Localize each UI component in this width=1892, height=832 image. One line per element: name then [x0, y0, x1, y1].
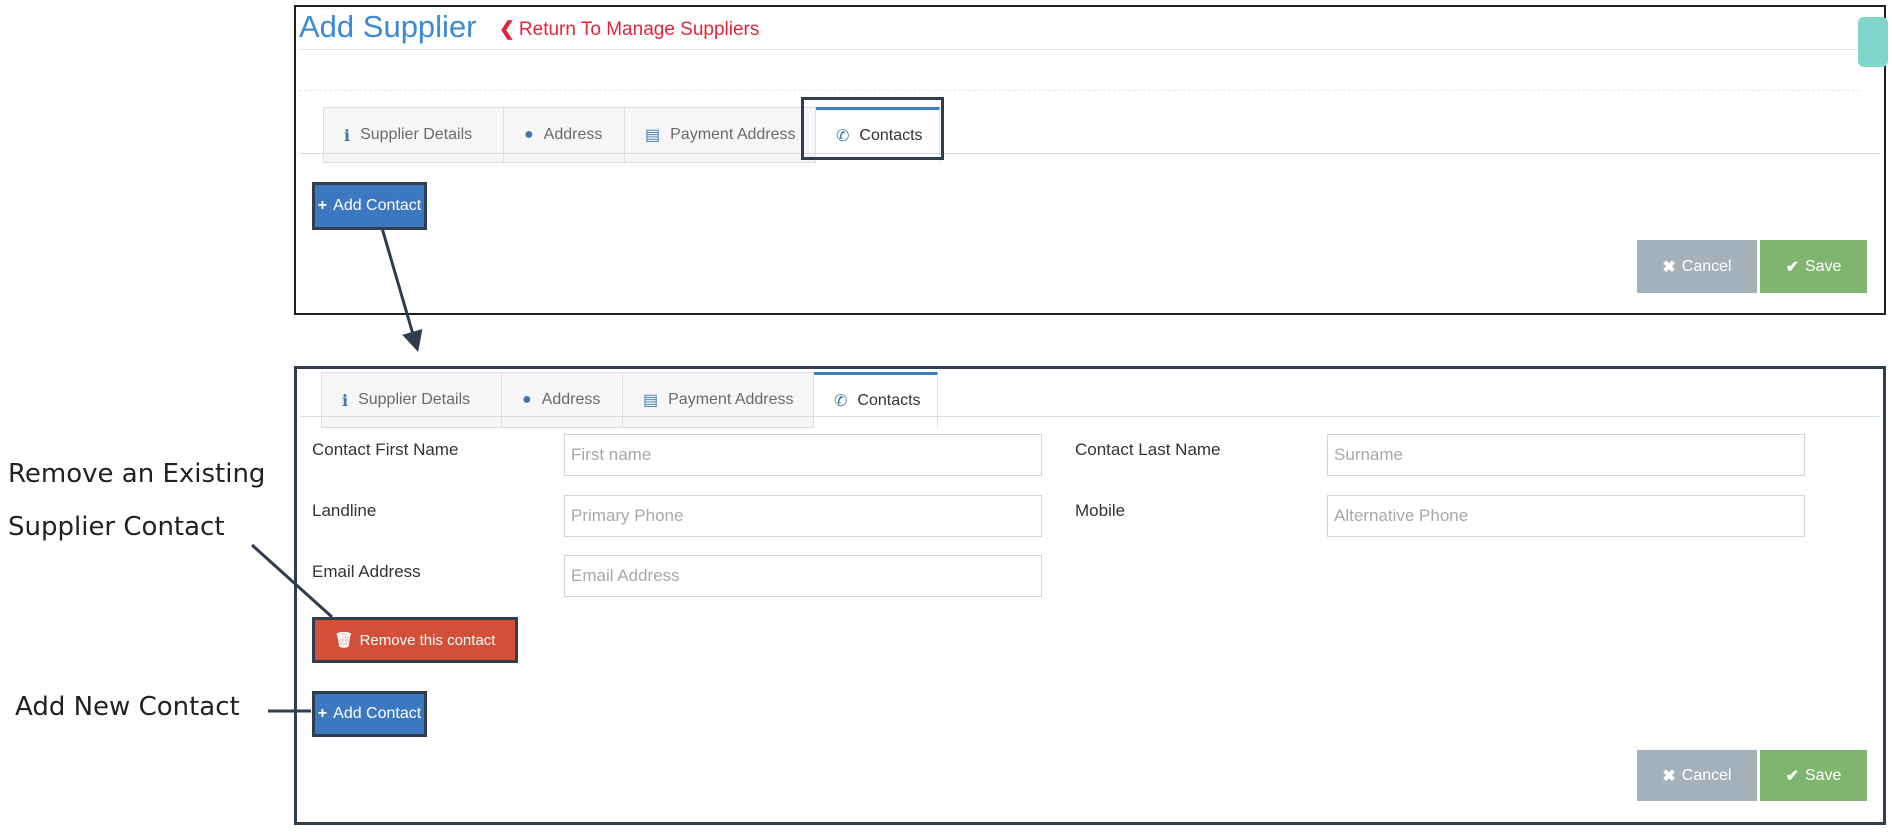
cancel-button[interactable]: ✖ Cancel [1637, 750, 1757, 801]
save-label: Save [1804, 257, 1842, 275]
annotation-remove-line1: Remove an Existing [8, 459, 266, 489]
tab-content-border [300, 416, 1880, 417]
chevron-left-icon: ❮ [499, 19, 515, 40]
trash-icon: 🗑 [334, 632, 354, 649]
remove-contact-button[interactable]: 🗑 Remove this contact [312, 617, 518, 663]
annotation-add-new-contact: Add New Contact [15, 692, 240, 722]
credit-card-icon: ▤ [643, 392, 659, 409]
credit-card-icon: ▤ [645, 127, 661, 144]
info-icon: i [344, 125, 351, 145]
plus-icon: + [317, 197, 328, 214]
check-icon: ✔ [1785, 258, 1799, 276]
tab-bar: i Supplier Details ● Address ▤ Payment A… [321, 372, 938, 428]
save-button[interactable]: ✔ Save [1760, 750, 1867, 801]
remove-contact-label: Remove this contact [359, 631, 496, 649]
annotation-remove-line2: Supplier Contact [8, 512, 225, 542]
return-to-manage-suppliers-link[interactable]: ❮ Return To Manage Suppliers [499, 18, 759, 41]
email-input[interactable] [564, 555, 1042, 597]
tab-label: Supplier Details [360, 126, 473, 143]
info-icon: i [342, 390, 349, 410]
tab-supplier-details[interactable]: i Supplier Details [321, 372, 502, 428]
contacts-tab-highlight [801, 97, 944, 160]
top-screenshot-panel: Add Supplier ❮ Return To Manage Suppliers… [294, 5, 1888, 315]
add-contact-button[interactable]: + Add Contact [312, 691, 427, 737]
save-label: Save [1804, 766, 1842, 784]
plus-icon: + [317, 705, 328, 722]
globe-icon: ● [522, 391, 532, 408]
bottom-screenshot-panel: i Supplier Details ● Address ▤ Payment A… [294, 366, 1886, 825]
tab-label: Address [541, 391, 601, 408]
first-name-label: Contact First Name [312, 440, 459, 459]
add-contact-button[interactable]: + Add Contact [312, 182, 427, 230]
first-name-input[interactable] [564, 434, 1042, 476]
cancel-label: Cancel [1681, 257, 1732, 275]
landline-input[interactable] [564, 495, 1042, 537]
tab-payment-address[interactable]: ▤ Payment Address [625, 107, 816, 163]
close-icon: ✖ [1662, 767, 1676, 785]
tab-address[interactable]: ● Address [504, 107, 625, 163]
cancel-button[interactable]: ✖ Cancel [1637, 240, 1757, 293]
close-icon: ✖ [1662, 258, 1676, 276]
cancel-label: Cancel [1681, 766, 1732, 784]
last-name-input[interactable] [1327, 434, 1805, 476]
phone-icon: ✆ [834, 393, 848, 410]
tab-supplier-details[interactable]: i Supplier Details [323, 107, 504, 163]
add-contact-label: Add Contact [333, 705, 422, 722]
tab-label: Supplier Details [358, 391, 471, 408]
return-link-label: Return To Manage Suppliers [518, 19, 760, 40]
tab-label: Payment Address [670, 126, 796, 143]
globe-icon: ● [524, 126, 534, 143]
tab-content-border [299, 153, 1881, 154]
tab-address[interactable]: ● Address [502, 372, 623, 428]
page-title: Add Supplier [299, 9, 477, 44]
header-divider [299, 49, 1860, 50]
corner-action-widget[interactable] [1858, 17, 1888, 67]
header-dashed-divider [299, 90, 1860, 91]
tab-label: Payment Address [668, 391, 794, 408]
mobile-input[interactable] [1327, 495, 1805, 537]
add-contact-label: Add Contact [333, 197, 422, 214]
last-name-label: Contact Last Name [1075, 440, 1221, 459]
save-button[interactable]: ✔ Save [1760, 240, 1867, 293]
tab-label: Address [543, 126, 603, 143]
tab-label: Contacts [857, 392, 921, 409]
landline-label: Landline [312, 501, 377, 520]
email-label: Email Address [312, 562, 421, 581]
check-icon: ✔ [1785, 767, 1799, 785]
tab-contacts[interactable]: ✆ Contacts [814, 372, 938, 428]
mobile-label: Mobile [1075, 501, 1126, 520]
tab-payment-address[interactable]: ▤ Payment Address [623, 372, 814, 428]
